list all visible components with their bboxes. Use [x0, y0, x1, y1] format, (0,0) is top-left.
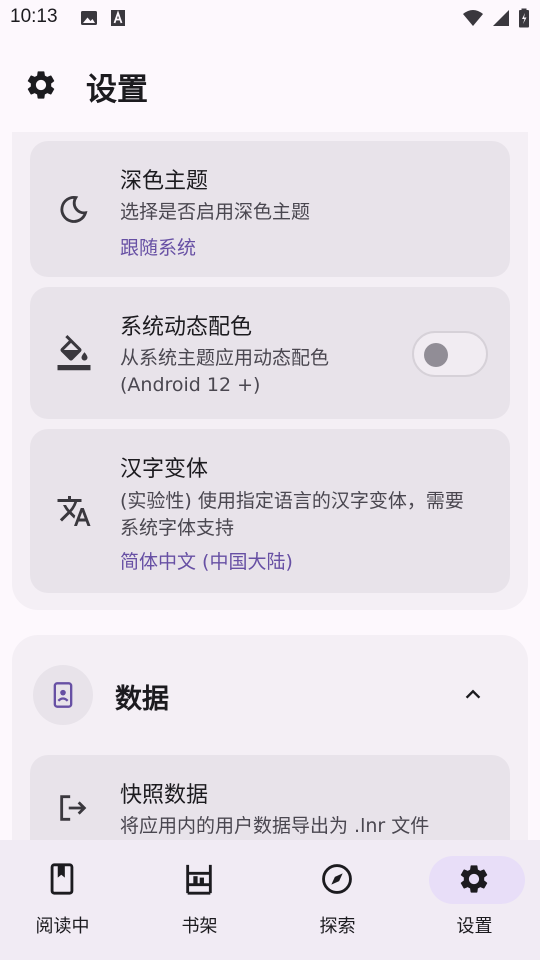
dark-theme-description: 选择是否启用深色主题 — [120, 201, 311, 223]
settings-scroll-area[interactable]: 深色主题 选择是否启用深色主题 跟随系统 系统动态配色 从系统主题应用动态配色 … — [0, 132, 540, 840]
bookmark-book-icon — [50, 863, 74, 895]
battery-icon — [519, 8, 529, 28]
bottom-navigation: 阅读中 书架 探索 设置 — [0, 840, 540, 960]
wifi-icon — [463, 10, 483, 26]
snapshot-data-title: 快照数据 — [120, 783, 209, 808]
snapshot-data-setting[interactable]: 快照数据 将应用内的用户数据导出为 .lnr 文件 — [30, 755, 510, 840]
paint-bucket-icon — [57, 335, 91, 371]
moon-icon — [60, 195, 88, 223]
han-variant-setting[interactable]: 汉字变体 (实验性) 使用指定语言的汉字变体，需要系统字体支持 简体中文 (中国… — [30, 429, 510, 593]
image-icon — [81, 11, 97, 25]
nav-reading[interactable]: 阅读中 — [0, 840, 130, 960]
nav-label: 书架 — [181, 916, 218, 937]
han-variant-description: (实验性) 使用指定语言的汉字变体，需要系统字体支持 — [120, 490, 464, 539]
contact-book-icon — [53, 682, 73, 708]
dynamic-color-title: 系统动态配色 — [120, 315, 253, 340]
nav-settings[interactable]: 设置 — [407, 840, 540, 960]
chevron-up-icon[interactable] — [462, 683, 484, 705]
dynamic-color-description: 从系统主题应用动态配色 (Android 12 +) — [120, 347, 330, 396]
settings-screen: 10:13 设置 深色主题 选择是否启用深色主题 跟随系统 系统动态配色 从系统… — [0, 0, 540, 960]
han-variant-value: 简体中文 (中国大陆) — [120, 551, 293, 573]
gear-icon — [27, 71, 55, 99]
nav-explore[interactable]: 探索 — [270, 840, 405, 960]
dynamic-color-toggle[interactable] — [412, 331, 488, 377]
gear-icon — [460, 865, 488, 893]
translate-icon — [57, 496, 91, 526]
app-header: 设置 — [0, 36, 540, 132]
data-section-title: 数据 — [115, 684, 169, 715]
font-a-icon — [111, 10, 125, 26]
appearance-section: 深色主题 选择是否启用深色主题 跟随系统 系统动态配色 从系统主题应用动态配色 … — [12, 132, 528, 610]
status-bar: 10:13 — [0, 0, 540, 36]
nav-label: 阅读中 — [35, 916, 90, 937]
nav-label: 探索 — [319, 916, 356, 937]
snapshot-data-description: 将应用内的用户数据导出为 .lnr 文件 — [120, 815, 430, 837]
nav-bookshelf[interactable]: 书架 — [132, 840, 267, 960]
signal-icon — [493, 10, 509, 26]
status-system-icons — [462, 8, 530, 28]
dark-theme-setting[interactable]: 深色主题 选择是否启用深色主题 跟随系统 — [30, 141, 510, 277]
bookshelf-icon — [186, 864, 212, 895]
compass-icon — [322, 864, 352, 894]
export-icon — [60, 795, 87, 821]
dark-theme-title: 深色主题 — [120, 169, 209, 194]
han-variant-title: 汉字变体 — [120, 457, 209, 482]
data-section: 数据 快照数据 将应用内的用户数据导出为 .lnr 文件 — [12, 635, 528, 840]
page-title: 设置 — [86, 72, 148, 108]
data-section-icon — [33, 665, 93, 725]
nav-label: 设置 — [456, 916, 493, 937]
status-time: 10:13 — [10, 6, 58, 27]
dynamic-color-setting[interactable]: 系统动态配色 从系统主题应用动态配色 (Android 12 +) — [30, 287, 510, 419]
toggle-knob — [424, 343, 448, 367]
dark-theme-value: 跟随系统 — [120, 237, 197, 259]
status-notification-icons — [80, 9, 126, 27]
